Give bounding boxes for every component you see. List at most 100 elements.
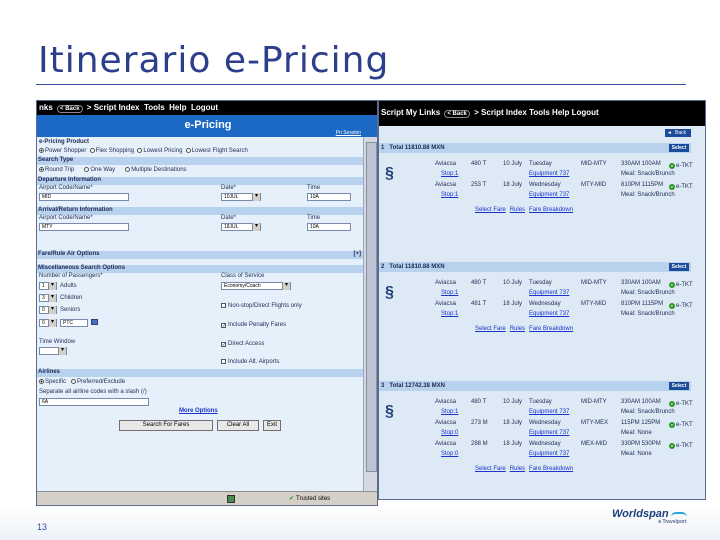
product-radio-lowest[interactable]: Lowest Pricing xyxy=(137,148,182,154)
ptc-count-select[interactable]: 0 xyxy=(39,319,57,327)
product-radio-power[interactable]: Power Shopper xyxy=(39,148,86,154)
seniors-count-select[interactable]: 0 xyxy=(39,306,57,314)
airline-radio-preferred[interactable]: Preferred/Exclude xyxy=(71,379,125,385)
segment-flight: 480 T xyxy=(471,399,487,405)
segment-equipment-link[interactable]: Equipment 737 xyxy=(529,451,569,457)
segment-day: Tuesday xyxy=(529,280,552,286)
nav-forward-icon[interactable]: > xyxy=(87,103,92,112)
nav-forward-icon-right[interactable]: > xyxy=(474,108,479,117)
option-nonstop[interactable]: Non-stop/Direct Flights only xyxy=(221,303,302,309)
fare-option-total: Total 11810.88 MXN xyxy=(389,264,445,270)
segment-stops-link[interactable]: Stop:1 xyxy=(441,290,458,296)
segment-equipment-link[interactable]: Equipment 737 xyxy=(529,430,569,436)
fare-select-button[interactable]: Select xyxy=(669,144,689,152)
select-fare-link[interactable]: Select Fare xyxy=(475,466,506,472)
fare-option-header: 1 Total 11810.88 MXN Select xyxy=(379,143,691,153)
segment-stops-link[interactable]: Stop:1 xyxy=(441,192,458,198)
rules-link[interactable]: Rules xyxy=(510,466,525,472)
adults-count-select[interactable]: 1 xyxy=(39,282,57,290)
segment-date: 18 July xyxy=(503,441,523,447)
fare-select-button[interactable]: Select xyxy=(669,263,689,271)
exit-button[interactable]: Exit xyxy=(263,420,281,431)
origin-input[interactable]: MID xyxy=(39,193,129,201)
clear-all-button[interactable]: Clear All xyxy=(217,420,259,431)
nav-script-index-right[interactable]: Script Index xyxy=(481,108,527,117)
segment-times: 330PM 530PM xyxy=(621,441,661,447)
dest-label: Airport Code/Name* xyxy=(39,215,93,221)
nav-tools[interactable]: Tools xyxy=(144,103,165,112)
search-radio-oneway[interactable]: One Way xyxy=(84,167,115,173)
fare-rule-options-bar[interactable]: Fare/Rule Air Options [+] xyxy=(37,251,363,259)
segment-date: 18 July xyxy=(503,420,523,426)
segment-equipment-link[interactable]: Equipment 737 xyxy=(529,192,569,198)
scrollbar-thumb[interactable] xyxy=(366,142,377,472)
nav-links-fragment[interactable]: nks xyxy=(39,103,53,112)
fare-breakdown-link[interactable]: Fare Breakdown xyxy=(529,466,573,472)
rules-link[interactable]: Rules xyxy=(510,326,525,332)
fare-option-links: Select Fare Rules Fare Breakdown xyxy=(475,207,577,213)
option-alt-airports[interactable]: Include Alt. Airports xyxy=(221,359,279,365)
segment-equipment-link[interactable]: Equipment 737 xyxy=(529,290,569,296)
children-count-select[interactable]: 3 xyxy=(39,294,57,302)
nav-back-button[interactable]: < Back xyxy=(57,105,83,113)
nav-logout[interactable]: Logout xyxy=(191,103,218,112)
seat-map-icon[interactable]: § xyxy=(385,284,394,302)
back-to-search-link[interactable]: Pri Session xyxy=(336,130,361,136)
fare-option-total: Total 11810.88 MXN xyxy=(389,145,445,151)
depart-time-input[interactable]: 10A xyxy=(307,193,351,201)
nav-script-fragment[interactable]: Script xyxy=(381,108,404,117)
class-select[interactable]: Economy/Coach xyxy=(221,282,291,290)
search-radio-multi[interactable]: Multiple Destinations xyxy=(125,167,187,173)
more-options-link[interactable]: More Options xyxy=(179,408,218,414)
select-fare-link[interactable]: Select Fare xyxy=(475,326,506,332)
nav-back-button-right[interactable]: < Back xyxy=(444,110,470,118)
fare-option-number: 2 xyxy=(381,264,385,270)
segment-stops-link[interactable]: Stop:1 xyxy=(441,171,458,177)
segment-times: 810PM 1115PM xyxy=(621,182,664,188)
option-penalty[interactable]: ✓ Include Penalty Fares xyxy=(221,322,286,329)
origin-label: Airport Code/Name* xyxy=(39,185,93,191)
option-direct-access[interactable]: ✓ Direct Access xyxy=(221,341,264,348)
select-fare-link[interactable]: Select Fare xyxy=(475,207,506,213)
fare-breakdown-link[interactable]: Fare Breakdown xyxy=(529,326,573,332)
product-radio-flex[interactable]: Flex Shopping xyxy=(89,148,134,154)
segment-stops-link[interactable]: Stop:1 xyxy=(441,409,458,415)
form-scrollbar[interactable] xyxy=(363,137,377,491)
segment-stops-link[interactable]: Stop:1 xyxy=(441,311,458,317)
segment-equipment-link[interactable]: Equipment 737 xyxy=(529,409,569,415)
seat-map-icon[interactable]: § xyxy=(385,403,394,421)
fare-rule-expand-toggle[interactable]: [+] xyxy=(354,251,362,257)
fare-select-button[interactable]: Select xyxy=(669,382,689,390)
segment-equipment-link[interactable]: Equipment 737 xyxy=(529,171,569,177)
depart-date-select[interactable]: 10JUL xyxy=(221,193,261,201)
time-window-select[interactable] xyxy=(39,347,67,355)
rules-link[interactable]: Rules xyxy=(510,207,525,213)
return-date-select[interactable]: 18JUL xyxy=(221,223,261,231)
ptc-lookup-icon[interactable] xyxy=(91,319,98,327)
return-time-input[interactable]: 10A xyxy=(307,223,351,231)
airline-codes-input[interactable]: 6A xyxy=(39,398,149,406)
nav-my-links[interactable]: My Links xyxy=(406,108,440,117)
airline-radio-specific[interactable]: Specific xyxy=(39,379,66,385)
nav-script-index[interactable]: Script Index xyxy=(94,103,140,112)
search-radio-roundtrip[interactable]: Round Trip xyxy=(39,167,74,173)
segment-stops-link[interactable]: Stop:0 xyxy=(441,430,458,436)
nav-tools-right[interactable]: Tools xyxy=(529,108,550,117)
product-radio-flight[interactable]: Lowest Flight Search xyxy=(185,148,248,154)
segment-airline: Aviacsa xyxy=(435,399,456,405)
segment-route: MTY-MID xyxy=(581,301,607,307)
seat-map-icon[interactable]: § xyxy=(385,165,394,183)
ptc-code-input[interactable]: PTC xyxy=(60,319,88,327)
segment-flight: 481 T xyxy=(471,301,487,307)
nav-help[interactable]: Help xyxy=(169,103,186,112)
nav-help-right[interactable]: Help xyxy=(552,108,569,117)
segment-times: 330AM 100AM xyxy=(621,280,661,286)
fare-breakdown-link[interactable]: Fare Breakdown xyxy=(529,207,573,213)
segment-equipment-link[interactable]: Equipment 737 xyxy=(529,311,569,317)
nav-logout-right[interactable]: Logout xyxy=(572,108,599,117)
segment-stops-link[interactable]: Stop:0 xyxy=(441,451,458,457)
destination-input[interactable]: MTY xyxy=(39,223,129,231)
etkt-badge: e e-TKT xyxy=(669,422,693,428)
search-fares-button[interactable]: Search For Fares xyxy=(119,420,213,431)
results-back-button[interactable]: Back xyxy=(665,129,691,137)
